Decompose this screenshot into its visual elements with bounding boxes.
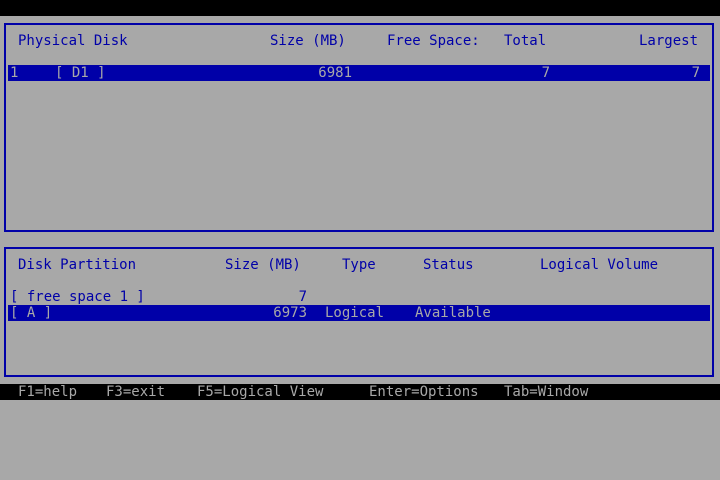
window-title-bar: Logical Volume Management Tool - Physica… [0, 0, 720, 32]
col-header-status: Status [423, 257, 474, 273]
col-header-disk-partition: Disk Partition [18, 257, 137, 273]
partition-row-a[interactable]: [ A ] 6973 Logical Available [8, 305, 710, 321]
col-header-free-space: Free Space: [387, 33, 480, 49]
partition-size: 7 [298, 289, 307, 305]
disk-row[interactable]: 1 [ D1 ] 6981 7 7 [8, 65, 710, 81]
enter-options-key[interactable]: Enter=Options [369, 384, 479, 400]
disk-free-largest: 7 [691, 65, 700, 81]
col-header-total: Total [504, 33, 547, 49]
partition-name: [ free space 1 ] [10, 289, 145, 305]
tab-window-key[interactable]: Tab=Window [504, 384, 588, 400]
partition-size: 6973 [273, 305, 307, 321]
col-header-logical-volume: Logical Volume [540, 257, 659, 273]
disk-partition-panel[interactable]: Disk Partition Size (MB) Type Status Log… [4, 247, 714, 377]
partition-row-free-space[interactable]: [ free space 1 ] 7 [8, 289, 710, 305]
col-header-largest: Largest [639, 33, 699, 49]
status-bar: F1=help F3=exit F5=Logical View Enter=Op… [0, 384, 720, 400]
disk-number: 1 [10, 65, 19, 81]
f1-help-key[interactable]: F1=help [18, 384, 77, 400]
partition-type: Logical [325, 305, 385, 321]
disk-name: [ D1 ] [55, 65, 106, 81]
physical-disk-panel[interactable]: Physical Disk Size (MB) Free Space: Tota… [4, 23, 714, 232]
col-header-type: Type [342, 257, 376, 273]
col-header-physical-disk: Physical Disk [18, 33, 128, 49]
partition-name: [ A ] [10, 305, 53, 321]
f5-logical-view-key[interactable]: F5=Logical View [197, 384, 323, 400]
disk-size: 6981 [318, 65, 352, 81]
col-header-partition-size: Size (MB) [225, 257, 301, 273]
col-header-size: Size (MB) [270, 33, 346, 49]
disk-free-total: 7 [541, 65, 550, 81]
f3-exit-key[interactable]: F3=exit [106, 384, 165, 400]
partition-status: Available [415, 305, 491, 321]
